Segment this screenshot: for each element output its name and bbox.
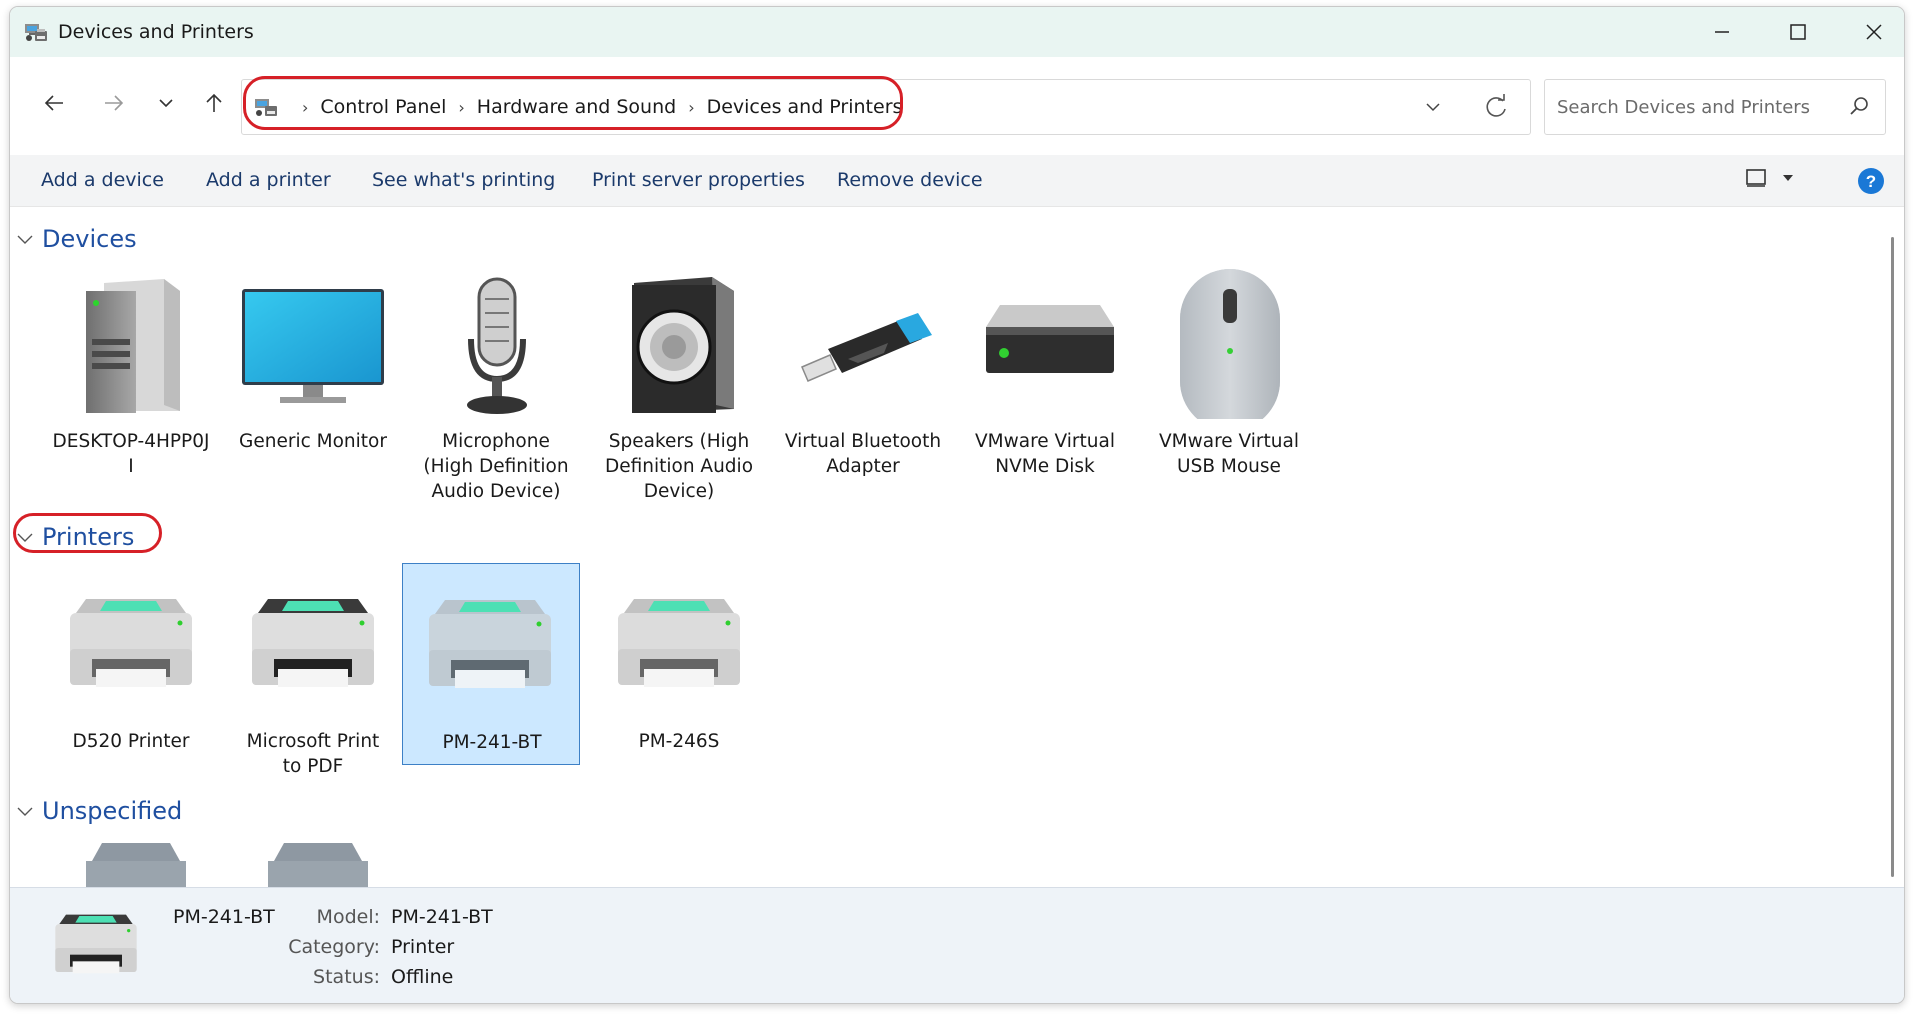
chevron-down-icon	[17, 533, 33, 542]
breadcrumb-control-panel[interactable]: Control Panel	[320, 96, 446, 118]
device-microphone[interactable]: Microphone (High Definition Audio Device)	[407, 269, 585, 509]
search-input[interactable]	[1557, 92, 1837, 122]
minimize-icon	[1715, 31, 1729, 33]
server-tower-icon	[86, 279, 180, 413]
chevron-down-icon	[1426, 103, 1440, 112]
address-dropdown-button[interactable]	[1422, 94, 1444, 124]
breadcrumb-hardware-and-sound[interactable]: Hardware and Sound	[477, 96, 676, 118]
disk-drive-icon	[986, 305, 1114, 373]
printer-pm-246s[interactable]: PM-246S	[590, 589, 768, 779]
unspecified-device-icon	[268, 843, 368, 887]
chevron-right-icon[interactable]: ›	[302, 98, 308, 117]
device-virtual-bluetooth-adapter[interactable]: Virtual Bluetooth Adapter	[774, 269, 952, 477]
usb-dongle-icon	[801, 313, 932, 382]
help-icon: ?	[1858, 168, 1884, 194]
recent-locations-button[interactable]	[146, 83, 186, 123]
details-status-label: Status:	[313, 966, 380, 988]
add-a-device-button[interactable]: Add a device	[41, 169, 164, 191]
close-button[interactable]	[1836, 7, 1904, 57]
group-header-printers[interactable]: Printers	[16, 523, 134, 551]
caret-down-icon	[1783, 175, 1793, 181]
details-model-label: Model:	[316, 906, 380, 928]
search-box[interactable]	[1544, 79, 1886, 135]
navigation-bar: › Control Panel › Hardware and Sound › D…	[10, 57, 1904, 155]
svg-text:?: ?	[1866, 172, 1876, 191]
chevron-right-icon[interactable]: ›	[688, 98, 694, 117]
printer-pm-241-bt[interactable]: PM-241-BT	[402, 563, 580, 765]
speaker-icon	[632, 277, 734, 413]
scrollbar-thumb[interactable]	[1891, 237, 1894, 877]
unspecified-device[interactable]	[224, 837, 402, 887]
arrow-left-icon	[44, 95, 63, 111]
address-bar[interactable]: › Control Panel › Hardware and Sound › D…	[241, 79, 1531, 135]
device-vmware-nvme-disk[interactable]: VMware Virtual NVMe Disk	[956, 269, 1134, 477]
printer-icon	[618, 599, 740, 687]
printer-microsoft-print-to-pdf[interactable]: Microsoft Print to PDF	[224, 589, 402, 779]
arrow-right-icon	[105, 95, 124, 111]
command-bar: Add a device Add a printer See what's pr…	[10, 155, 1904, 207]
group-header-devices[interactable]: Devices	[16, 225, 137, 253]
breadcrumb-devices-and-printers[interactable]: Devices and Printers	[707, 96, 903, 118]
help-button[interactable]: ?	[1857, 167, 1885, 199]
change-view-button[interactable]	[1745, 167, 1795, 189]
minimize-button[interactable]	[1684, 7, 1760, 57]
vertical-scrollbar[interactable]	[1882, 207, 1904, 887]
maximize-icon	[1790, 24, 1806, 40]
chevron-down-icon	[159, 99, 173, 108]
print-server-properties-button[interactable]: Print server properties	[592, 169, 805, 191]
printer-icon	[429, 600, 551, 688]
printer-dark-icon	[252, 599, 374, 687]
printer-icon	[70, 599, 192, 687]
chevron-right-icon[interactable]: ›	[458, 98, 464, 117]
device-desktop[interactable]: DESKTOP-4HPP0J I	[42, 269, 220, 477]
close-icon	[1866, 24, 1882, 40]
details-category-value: Printer	[391, 936, 455, 958]
device-vmware-usb-mouse[interactable]: VMware Virtual USB Mouse	[1140, 269, 1318, 477]
refresh-icon	[1486, 94, 1506, 117]
unspecified-device-icon	[86, 843, 186, 887]
add-a-printer-button[interactable]: Add a printer	[206, 169, 331, 191]
maximize-button[interactable]	[1760, 7, 1836, 57]
devices-list-view: Devices DESKTOP-4HPP0J I Generic Monitor…	[10, 207, 1882, 887]
forward-button[interactable]	[94, 83, 134, 123]
see-whats-printing-button[interactable]: See what's printing	[372, 169, 555, 191]
unspecified-device[interactable]	[42, 837, 220, 887]
breadcrumb: › Control Panel › Hardware and Sound › D…	[254, 80, 902, 134]
devices-and-printers-window: Devices and Printers › Control Panel › H…	[9, 6, 1905, 1004]
up-button[interactable]	[194, 83, 234, 123]
devices-printers-app-icon	[24, 21, 48, 47]
refresh-button[interactable]	[1482, 92, 1510, 126]
details-model-value: PM-241-BT	[391, 906, 493, 928]
window-title: Devices and Printers	[58, 21, 254, 43]
arrow-up-icon	[206, 93, 222, 112]
printer-dark-icon	[55, 914, 137, 974]
group-header-unspecified[interactable]: Unspecified	[16, 797, 182, 825]
details-device-name: PM-241-BT	[173, 906, 275, 928]
details-status-value: Offline	[391, 966, 454, 988]
device-speakers[interactable]: Speakers (High Definition Audio Device)	[590, 269, 768, 509]
chevron-down-icon	[17, 235, 33, 244]
remove-device-button[interactable]: Remove device	[837, 169, 983, 191]
title-bar: Devices and Printers	[10, 7, 1904, 57]
mouse-icon	[1180, 269, 1280, 419]
printer-d520[interactable]: D520 Printer	[42, 589, 220, 779]
details-category-label: Category:	[288, 936, 380, 958]
details-pane: PM-241-BT Model: PM-241-BT Category: Pri…	[10, 887, 1904, 1003]
back-button[interactable]	[34, 83, 74, 123]
search-icon[interactable]	[1847, 94, 1871, 124]
chevron-down-icon	[17, 807, 33, 816]
monitor-icon	[242, 289, 384, 403]
view-icon	[1746, 169, 1766, 187]
location-icon	[254, 96, 278, 118]
device-generic-monitor[interactable]: Generic Monitor	[224, 269, 402, 469]
microphone-icon	[467, 277, 527, 414]
